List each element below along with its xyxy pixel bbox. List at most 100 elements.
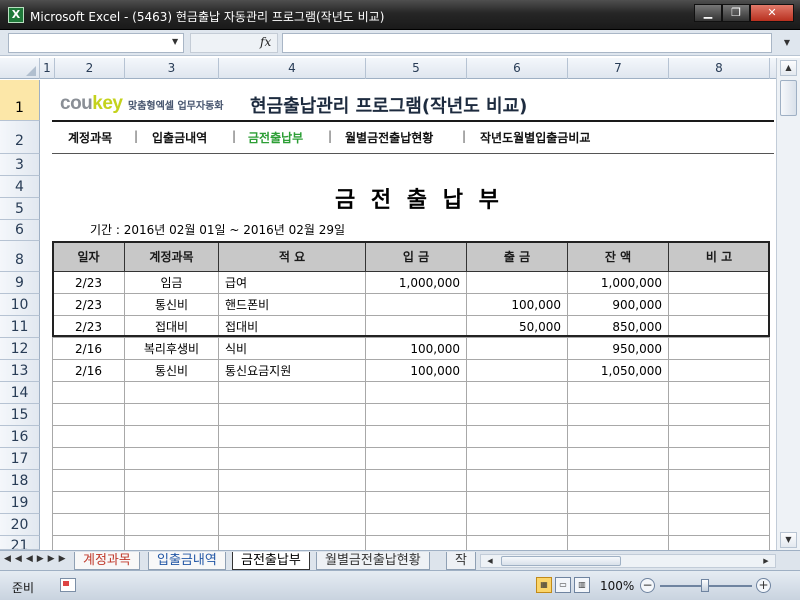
nav-link-transactions[interactable]: 입출금내역	[152, 129, 207, 146]
cell-note[interactable]	[668, 469, 770, 492]
cell-date[interactable]	[52, 381, 125, 404]
sheet-tab-accounts[interactable]: 계정과목	[74, 552, 140, 570]
row-header[interactable]: 5	[0, 198, 40, 220]
cell-deposit[interactable]	[365, 425, 467, 448]
cell-balance[interactable]	[567, 381, 669, 404]
cell-balance[interactable]	[567, 403, 669, 426]
cell-note[interactable]	[668, 293, 770, 316]
cell-withdrawal[interactable]	[466, 513, 568, 536]
cell-withdrawal[interactable]	[466, 491, 568, 514]
cell-balance[interactable]	[567, 425, 669, 448]
header-deposit[interactable]: 입 금	[365, 241, 467, 272]
cell-account[interactable]	[124, 425, 219, 448]
header-withdrawal[interactable]: 출 금	[466, 241, 568, 272]
cell-date[interactable]	[52, 403, 125, 426]
cell-deposit[interactable]	[365, 513, 467, 536]
cell-account[interactable]	[124, 447, 219, 470]
cell-withdrawal[interactable]	[466, 403, 568, 426]
sheet-tab-yearly[interactable]: 작	[446, 552, 476, 570]
cell-date[interactable]: 2/23	[52, 315, 125, 338]
minimize-icon[interactable]: ▁	[694, 4, 722, 22]
row-header[interactable]: 15	[0, 404, 40, 426]
cell-description[interactable]	[218, 469, 366, 492]
cell-date[interactable]: 2/23	[52, 271, 125, 294]
cell-description[interactable]: 통신요금지원	[218, 359, 366, 382]
column-header[interactable]: 4	[219, 58, 366, 79]
cell-deposit[interactable]	[365, 315, 467, 338]
cell-account[interactable]: 통신비	[124, 293, 219, 316]
cell-deposit[interactable]	[365, 469, 467, 492]
row-header[interactable]: 4	[0, 176, 40, 198]
row-header[interactable]: 18	[0, 470, 40, 492]
column-header[interactable]: 1	[40, 58, 55, 79]
cell-description[interactable]	[218, 425, 366, 448]
cell-account[interactable]: 임금	[124, 271, 219, 294]
page-break-icon[interactable]: ▥	[574, 577, 590, 593]
row-header[interactable]: 1	[0, 80, 40, 121]
cell-deposit[interactable]	[365, 381, 467, 404]
header-description[interactable]: 적 요	[218, 241, 366, 272]
cell-deposit[interactable]: 100,000	[365, 359, 467, 382]
cell-balance[interactable]	[567, 513, 669, 536]
cell-note[interactable]	[668, 359, 770, 382]
cell-description[interactable]: 급여	[218, 271, 366, 294]
cell-description[interactable]	[218, 403, 366, 426]
zoom-level[interactable]: 100%	[600, 579, 634, 593]
cell-account[interactable]: 접대비	[124, 315, 219, 338]
cell-withdrawal[interactable]	[466, 469, 568, 492]
cell-deposit[interactable]	[365, 403, 467, 426]
cell-account[interactable]	[124, 403, 219, 426]
nav-link-accounts[interactable]: 계정과목	[68, 129, 112, 146]
cell-balance[interactable]: 900,000	[567, 293, 669, 316]
nav-link-yearly-compare[interactable]: 작년도월별입출금비교	[480, 129, 590, 146]
cell-account[interactable]: 통신비	[124, 359, 219, 382]
row-header[interactable]: 12	[0, 338, 40, 360]
row-header[interactable]: 17	[0, 448, 40, 470]
cell-description[interactable]: 식비	[218, 337, 366, 360]
column-header[interactable]: 5	[366, 58, 467, 79]
sheet-tab-transactions[interactable]: 입출금내역	[148, 552, 226, 570]
cell-description[interactable]	[218, 381, 366, 404]
nav-link-cashbook[interactable]: 금전출납부	[248, 129, 303, 146]
cell-withdrawal[interactable]: 50,000	[466, 315, 568, 338]
cell-date[interactable]	[52, 469, 125, 492]
excel-icon[interactable]: X	[8, 7, 24, 23]
cell-withdrawal[interactable]	[466, 381, 568, 404]
cell-date[interactable]: 2/16	[52, 337, 125, 360]
name-box[interactable]	[8, 33, 184, 53]
cell-note[interactable]	[668, 315, 770, 338]
cell-deposit[interactable]	[365, 293, 467, 316]
scroll-down-icon[interactable]: ▼	[780, 532, 797, 548]
cell-account[interactable]	[124, 491, 219, 514]
zoom-in-icon[interactable]: +	[756, 578, 771, 593]
cell-date[interactable]: 2/16	[52, 359, 125, 382]
cell-deposit[interactable]: 100,000	[365, 337, 467, 360]
cell-note[interactable]	[668, 403, 770, 426]
column-header[interactable]: 3	[125, 58, 219, 79]
row-header[interactable]: 3	[0, 154, 40, 176]
cell-note[interactable]	[668, 337, 770, 360]
cell-deposit[interactable]	[365, 447, 467, 470]
row-header[interactable]: 14	[0, 382, 40, 404]
sheet-tab-monthly[interactable]: 월별금전출납현황	[316, 552, 430, 570]
scroll-left-icon[interactable]: ◀	[483, 555, 497, 567]
cell-description[interactable]	[218, 513, 366, 536]
cell-withdrawal[interactable]	[466, 271, 568, 294]
cell-note[interactable]	[668, 513, 770, 536]
cell-balance[interactable]: 850,000	[567, 315, 669, 338]
cell-deposit[interactable]	[365, 491, 467, 514]
cell-withdrawal[interactable]	[466, 337, 568, 360]
row-header[interactable]: 6	[0, 220, 40, 241]
page-layout-icon[interactable]: ▭	[555, 577, 571, 593]
close-icon[interactable]: ✕	[750, 4, 794, 22]
cell-withdrawal[interactable]	[466, 447, 568, 470]
cell-account[interactable]	[124, 469, 219, 492]
formula-input[interactable]	[282, 33, 772, 53]
cell-balance[interactable]: 1,050,000	[567, 359, 669, 382]
cell-date[interactable]	[52, 447, 125, 470]
sheet-tab-cashbook[interactable]: 금전출납부	[232, 552, 310, 570]
cell-date[interactable]: 2/23	[52, 293, 125, 316]
cell-note[interactable]	[668, 381, 770, 404]
cell-note[interactable]	[668, 491, 770, 514]
row-header[interactable]: 20	[0, 514, 40, 536]
